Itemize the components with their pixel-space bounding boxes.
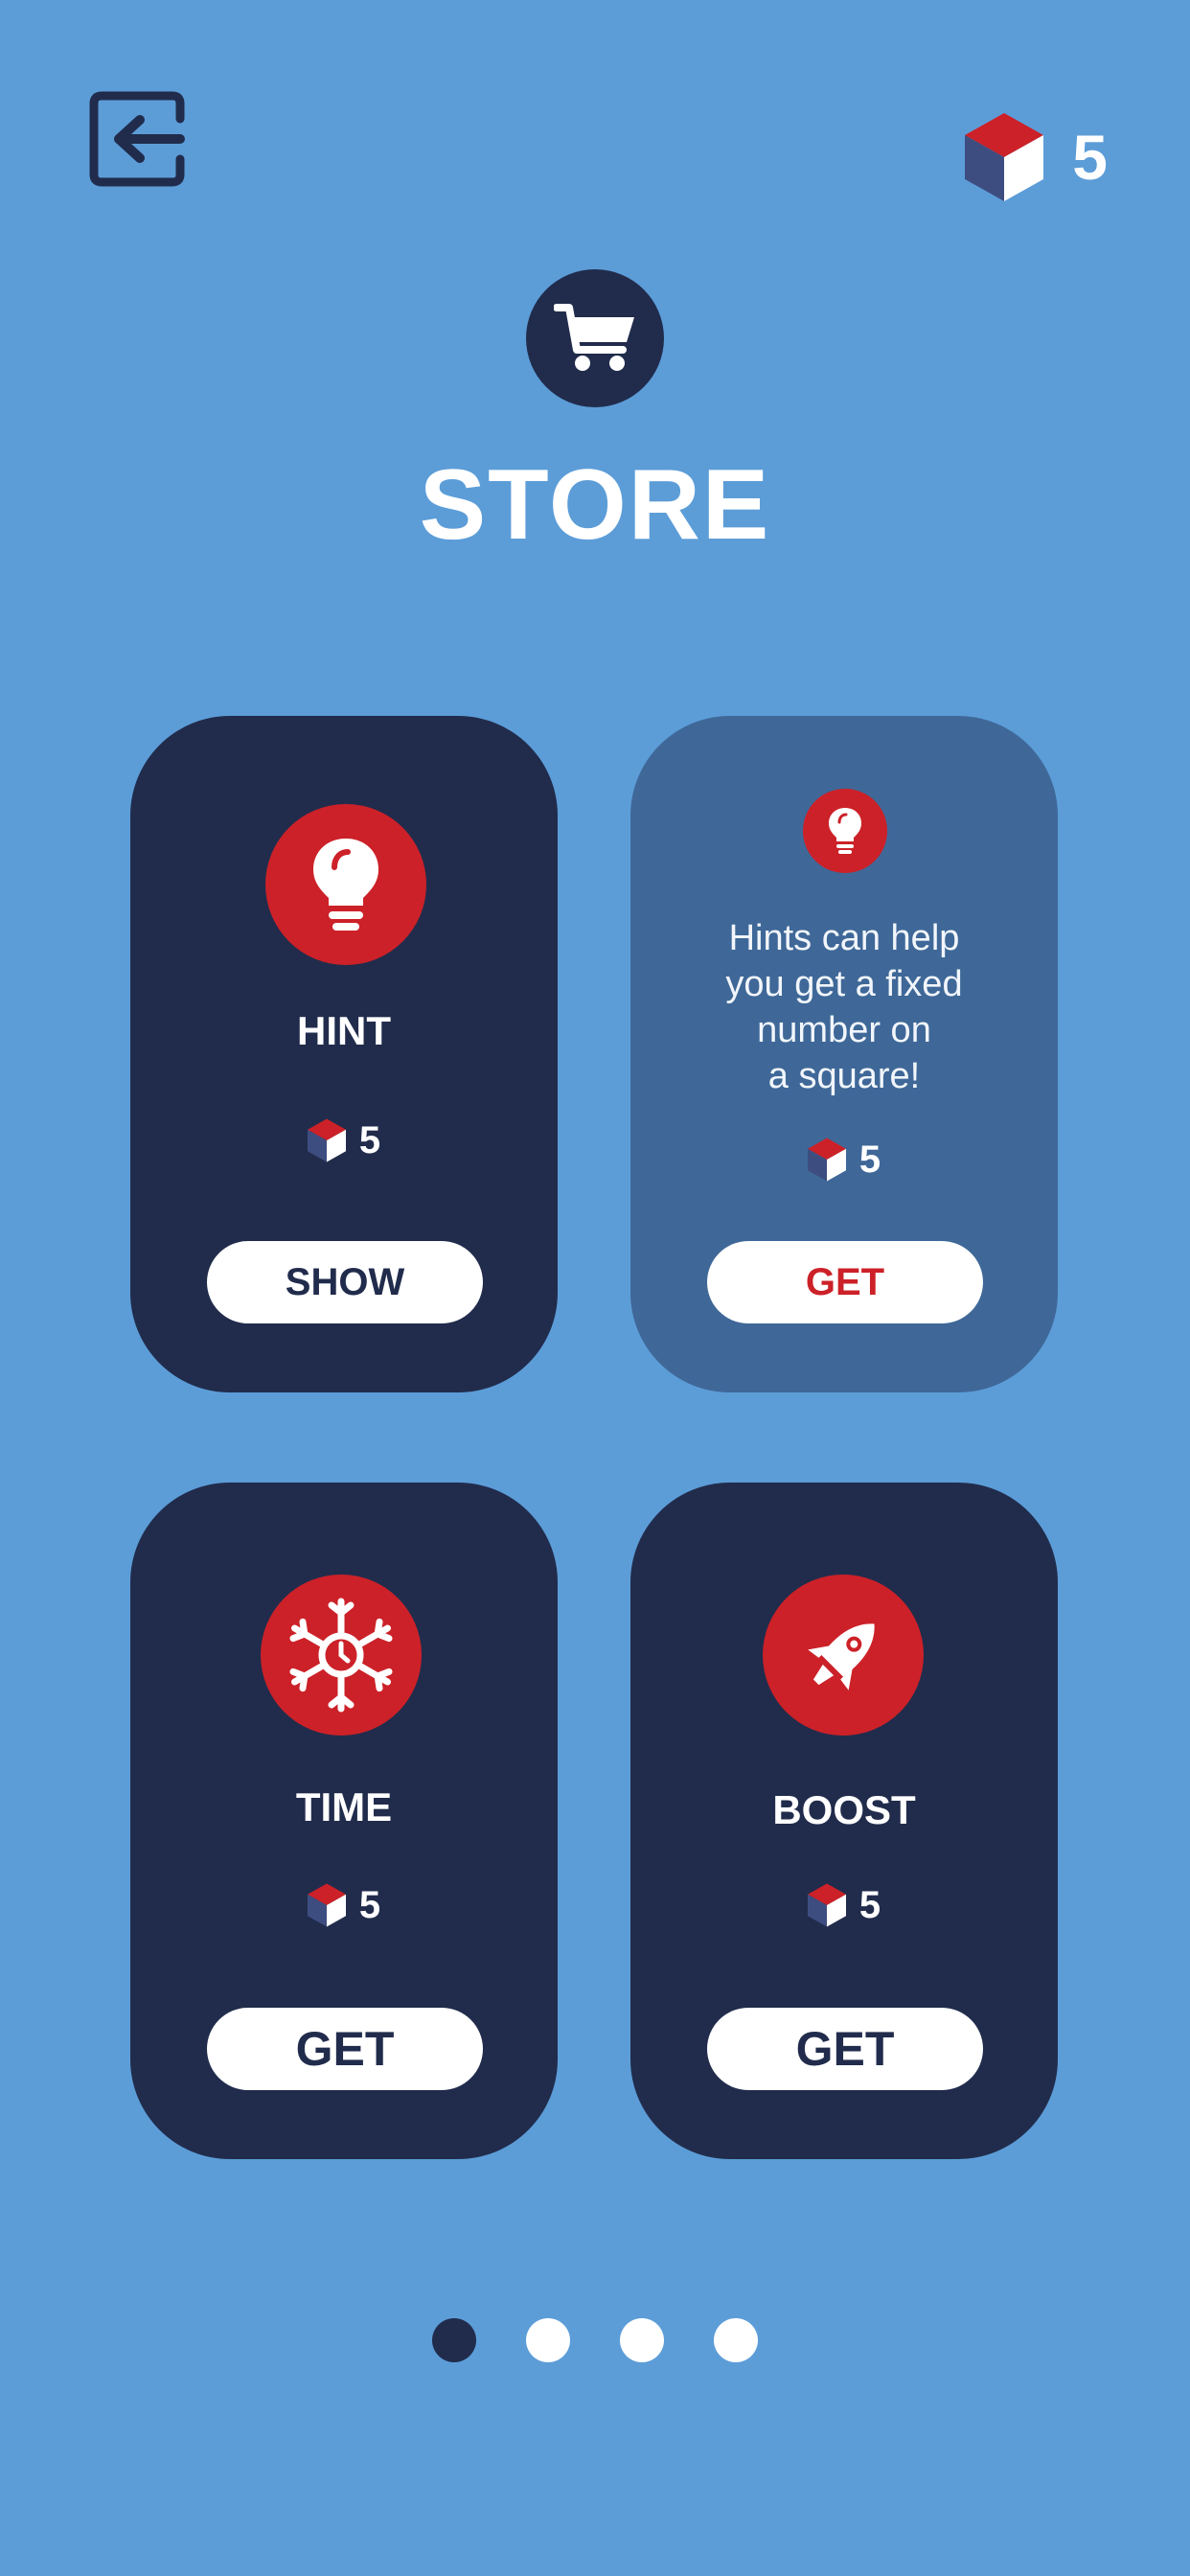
store-cart-badge — [526, 269, 664, 407]
cube-icon — [307, 1118, 346, 1162]
page-dot[interactable] — [620, 2318, 664, 2362]
time-price: 5 — [130, 1883, 558, 1927]
time-label: TIME — [295, 1784, 393, 1829]
hint-card: HINT 5 SHOW — [130, 716, 558, 1392]
hint-description-line: a square! — [767, 1056, 921, 1096]
hint-description-line: Hints can help — [728, 918, 960, 958]
boost-price-value: 5 — [858, 1884, 881, 1926]
cube-icon — [807, 1138, 846, 1182]
info-price: 5 — [630, 1138, 1058, 1182]
currency-count: 5 — [1072, 122, 1108, 193]
boost-card: BOOST 5 GET — [630, 1483, 1058, 2159]
time-icon-circle — [261, 1575, 422, 1736]
boost-icon-circle — [763, 1575, 924, 1736]
get-hint-button[interactable]: GET — [707, 1241, 983, 1323]
get-time-button[interactable]: GET — [207, 2008, 483, 2090]
info-price-value: 5 — [858, 1138, 881, 1181]
cube-icon — [307, 1883, 346, 1927]
snowflake-clock-icon — [284, 1598, 399, 1713]
boost-price: 5 — [630, 1883, 1058, 1927]
cube-icon — [807, 1883, 846, 1927]
shopping-cart-icon — [554, 304, 634, 371]
time-price-value: 5 — [358, 1884, 381, 1926]
hint-info-card: Hints can help you get a fixed number on… — [630, 716, 1058, 1392]
hint-price: 5 — [130, 1118, 558, 1162]
show-hint-button[interactable]: SHOW — [207, 1241, 483, 1323]
hint-icon-circle — [265, 804, 426, 965]
page-dot[interactable] — [432, 2318, 476, 2362]
boost-label: BOOST — [772, 1787, 916, 1832]
hint-description: Hints can help you get a fixed number on… — [669, 915, 1019, 1099]
time-card: TIME 5 GET — [130, 1483, 558, 2159]
hint-description-line: number on — [757, 1010, 931, 1050]
page-dot[interactable] — [714, 2318, 758, 2362]
currency-display: 5 — [965, 111, 1108, 203]
lightbulb-icon — [313, 839, 378, 931]
back-button[interactable] — [88, 90, 186, 188]
rocket-icon — [808, 1623, 875, 1690]
hint-description-line: you get a fixed — [725, 964, 963, 1004]
get-boost-button[interactable]: GET — [707, 2008, 983, 2090]
hint-price-value: 5 — [358, 1119, 381, 1162]
info-icon-circle — [803, 789, 887, 873]
page-dot[interactable] — [526, 2318, 570, 2362]
exit-arrow-icon — [89, 91, 185, 187]
page-title: STORE — [419, 449, 771, 561]
page-indicator — [0, 2318, 1190, 2362]
hint-label: HINT — [297, 1008, 391, 1053]
lightbulb-icon — [829, 808, 861, 854]
cube-icon — [965, 113, 1044, 201]
